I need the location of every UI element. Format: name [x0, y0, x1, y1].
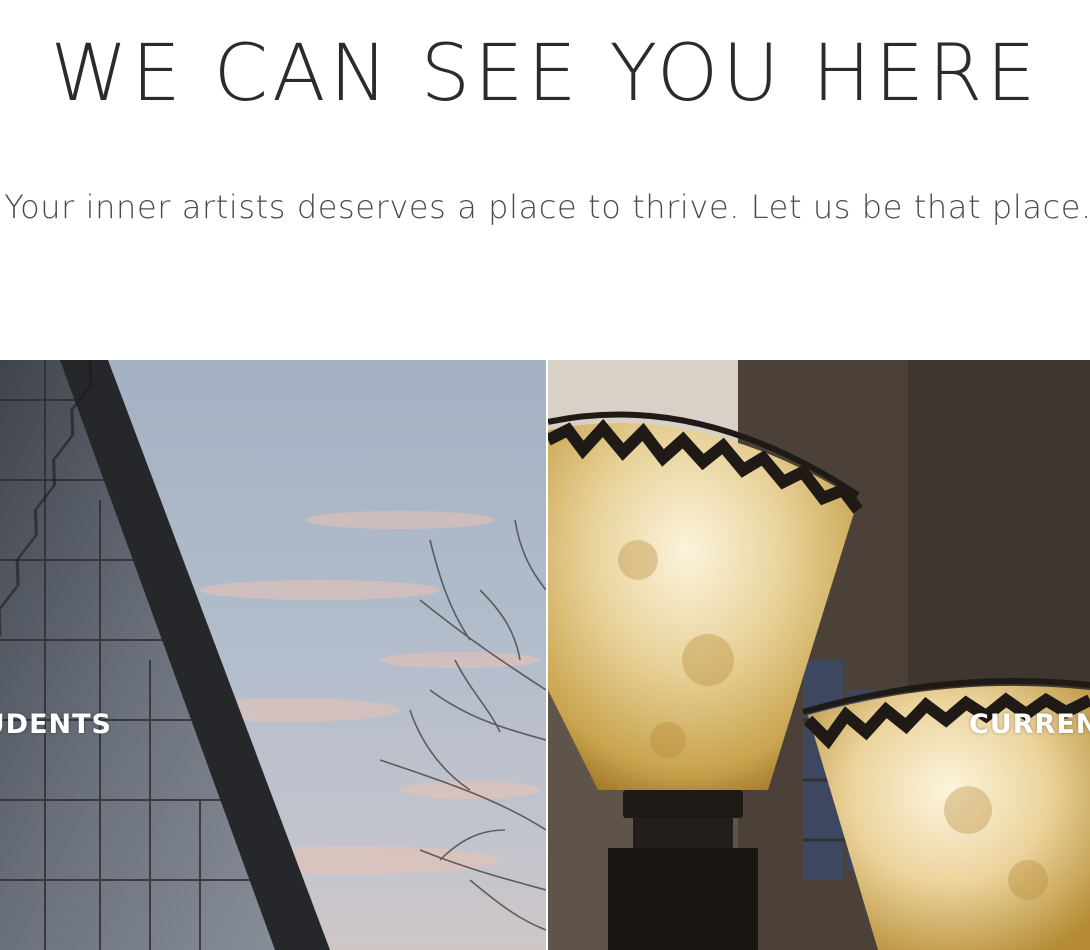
- current-students-label: CURRENT STUDENTS: [969, 709, 1090, 740]
- student-gallery: PROSPECTIVE STUDENTS: [0, 360, 1090, 950]
- lamp-shades-image: [548, 360, 1090, 950]
- page-subtitle: Your inner artists deserves a place to t…: [4, 188, 1090, 226]
- page-title: WE CAN SEE YOU HERE: [50, 29, 1040, 119]
- prospective-students-panel[interactable]: PROSPECTIVE STUDENTS: [0, 360, 546, 950]
- current-students-panel[interactable]: CURRENT STUDENTS: [548, 360, 1090, 950]
- prospective-students-label: PROSPECTIVE STUDENTS: [0, 709, 112, 740]
- building-at-dusk-image: [0, 360, 546, 950]
